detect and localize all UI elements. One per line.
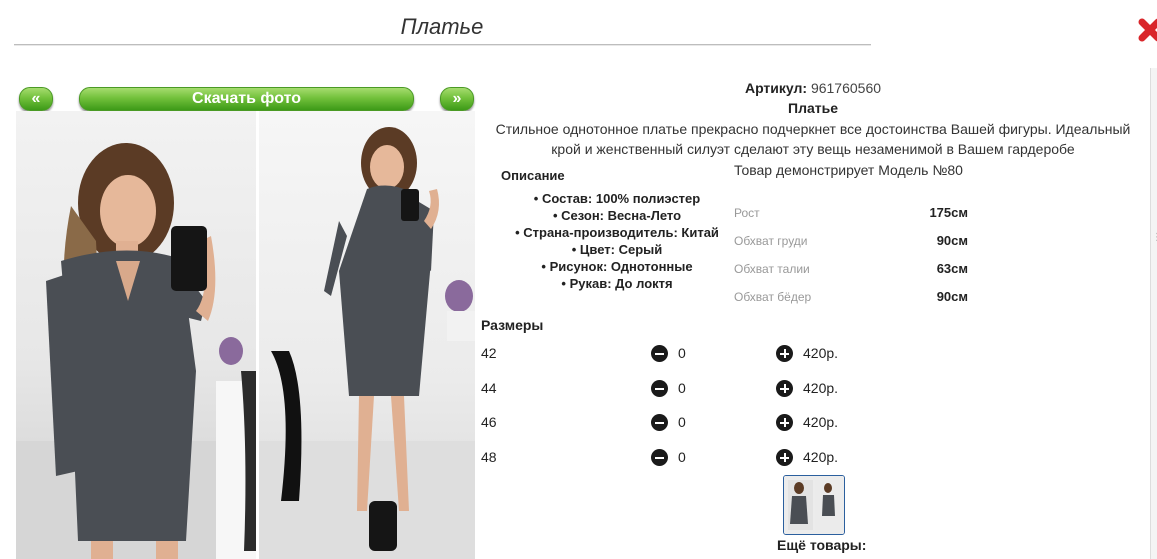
price-value: 420р. xyxy=(803,380,839,396)
model-measure-row: Обхват груди 90см xyxy=(734,233,974,248)
measure-label: Обхват талии xyxy=(734,262,810,276)
close-icon[interactable] xyxy=(1138,14,1157,46)
product-photo-gallery xyxy=(16,111,475,559)
size-label: 46 xyxy=(481,414,497,430)
model-measure-row: Рост 175см xyxy=(734,205,974,220)
next-photo-button[interactable]: » xyxy=(440,87,474,111)
size-label: 44 xyxy=(481,380,497,396)
measure-label: Рост xyxy=(734,206,760,220)
measure-label: Обхват груди xyxy=(734,234,808,248)
spec-item: Цвет: Серый xyxy=(482,241,752,258)
size-row: 48 0 420р. xyxy=(481,449,881,469)
quantity-value: 0 xyxy=(678,414,686,430)
size-label: 42 xyxy=(481,345,497,361)
model-measure-row: Обхват талии 63см xyxy=(734,261,974,276)
measure-value: 90см xyxy=(936,233,968,248)
scroll-indicator-icon: ⋮ xyxy=(1152,232,1157,243)
download-photo-button[interactable]: Скачать фото xyxy=(79,87,414,111)
measure-value: 63см xyxy=(936,261,968,276)
size-row: 46 0 420р. xyxy=(481,414,881,434)
model-info-title: Товар демонстрирует Модель №80 xyxy=(734,162,963,178)
product-description-line: Стильное однотонное платье прекрасно под… xyxy=(495,121,1131,137)
product-name: Платье xyxy=(788,100,838,116)
measure-value: 175см xyxy=(929,205,968,220)
spec-item: Состав: 100% полиэстер xyxy=(482,190,752,207)
plus-icon[interactable] xyxy=(776,449,793,466)
more-products-label: Ещё товары: xyxy=(777,537,867,553)
minus-icon[interactable] xyxy=(651,345,668,362)
measure-label: Обхват бёдер xyxy=(734,290,812,304)
spec-item: Рисунок: Однотонные xyxy=(482,258,752,275)
specs-heading: Описание xyxy=(501,168,565,183)
quantity-value: 0 xyxy=(678,380,686,396)
product-description-line: крой и женственный силуэт сделают эту ве… xyxy=(551,141,1075,157)
minus-icon[interactable] xyxy=(651,449,668,466)
size-row: 44 0 420р. xyxy=(481,380,881,400)
plus-icon[interactable] xyxy=(776,345,793,362)
product-photo-front[interactable] xyxy=(16,111,256,559)
model-measure-row: Обхват бёдер 90см xyxy=(734,289,974,304)
size-row: 42 0 420р. xyxy=(481,345,881,365)
prev-photo-button[interactable]: « xyxy=(19,87,53,111)
size-label: 48 xyxy=(481,449,497,465)
plus-icon[interactable] xyxy=(776,414,793,431)
price-value: 420р. xyxy=(803,414,839,430)
title-divider xyxy=(14,44,871,46)
product-thumbnail[interactable] xyxy=(783,475,845,535)
specs-list: Состав: 100% полиэстер Сезон: Весна-Лето… xyxy=(482,190,752,292)
price-value: 420р. xyxy=(803,449,839,465)
quantity-value: 0 xyxy=(678,345,686,361)
spec-item: Сезон: Весна-Лето xyxy=(482,207,752,224)
article-number: Артикул: 961760560 xyxy=(480,80,1146,96)
spec-item: Страна-производитель: Китай xyxy=(482,224,752,241)
product-description: Стильное однотонное платье прекрасно под… xyxy=(480,119,1146,159)
scrollbar[interactable] xyxy=(1150,68,1157,559)
plus-icon[interactable] xyxy=(776,380,793,397)
page-title: Платье xyxy=(400,14,484,39)
product-photo-side[interactable] xyxy=(259,111,475,559)
sizes-heading: Размеры xyxy=(481,317,544,333)
measure-value: 90см xyxy=(936,289,968,304)
article-value: 961760560 xyxy=(810,80,882,96)
quantity-value: 0 xyxy=(678,449,686,465)
minus-icon[interactable] xyxy=(651,414,668,431)
article-label: Артикул: xyxy=(744,80,808,96)
price-value: 420р. xyxy=(803,345,839,361)
minus-icon[interactable] xyxy=(651,380,668,397)
spec-item: Рукав: До локтя xyxy=(482,275,752,292)
